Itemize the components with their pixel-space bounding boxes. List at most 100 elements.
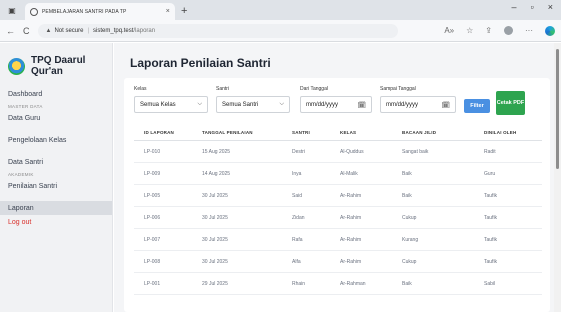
cell-bacaan: Cukup: [402, 214, 417, 221]
chevron-down-icon: ⌵: [197, 101, 202, 107]
cell-bacaan: Baik: [402, 170, 412, 177]
dari-tanggal-input[interactable]: mm/dd/yyyy 🗓: [300, 96, 372, 113]
sidebar-item-pengelolaan-kelas[interactable]: Pengelolaan Kelas: [0, 133, 112, 147]
minimize-icon[interactable]: –: [512, 2, 517, 12]
cell-kelas: Ar-Rahim: [340, 236, 362, 243]
cetak-pdf-button[interactable]: Cetak PDF: [496, 91, 525, 115]
url-separator: |: [87, 27, 90, 34]
table-body: LP-010 15 Aug 2025 Destri Al-Quddus Sangat b…: [134, 141, 542, 295]
cell-bacaan: Sangat baik: [402, 148, 429, 155]
sidebar-item-penilaian-santri[interactable]: Penilaian Santri: [0, 179, 112, 193]
sampai-tanggal-placeholder: mm/dd/yyyy: [386, 101, 419, 108]
sampai-tanggal-label: Sampai Tanggal: [380, 86, 416, 92]
table-row[interactable]: LP-007 30 Jul 2025 Rafa Ar-Rahim Kurang Taufi…: [134, 229, 542, 251]
report-card: Kelas Semua Kelas ⌵ Santri Semua Santri …: [124, 78, 550, 312]
col-header-dinilai[interactable]: DINILAI OLEH: [474, 130, 542, 135]
sidebar-item-logout[interactable]: Log out: [0, 215, 112, 229]
brand-name: TPQ Daarul Qur'an: [31, 55, 86, 77]
cell-dinilai: Guru: [484, 170, 496, 177]
cell-kelas: Ar-Rahim: [340, 214, 362, 221]
col-header-kelas[interactable]: KELAS: [334, 130, 394, 135]
filter-bar: Kelas Semua Kelas ⌵ Santri Semua Santri …: [134, 86, 544, 116]
browser-toolbar-icons: A» ☆ ⇪ ···: [444, 25, 555, 36]
table-row[interactable]: LP-009 14 Aug 2025 Inya Al-Malik Baik Guru: [134, 163, 542, 185]
col-header-bacaan[interactable]: BACAAN JILID: [394, 130, 474, 135]
cell-kelas: Ar-Rahim: [340, 258, 362, 265]
edge-icon[interactable]: [545, 25, 555, 36]
maximize-icon[interactable]: ▫: [531, 2, 534, 12]
browser-tab-bar: ▣ PEMBELAJARAN SANTRI PADA TP × + – ▫ ×: [0, 0, 561, 20]
sidebar: TPQ Daarul Qur'an Dashboard MASTER DATA …: [0, 43, 113, 312]
page-title: Laporan Penilaian Santri: [130, 56, 271, 70]
tab-close-icon[interactable]: ×: [166, 8, 170, 15]
report-table: ID LAPORAN TANGGAL PENILAIAN SANTRI KELA…: [134, 124, 542, 295]
cell-dinilai: Taufik: [484, 192, 498, 199]
new-tab-button[interactable]: +: [181, 5, 187, 17]
col-header-santri[interactable]: SANTRI: [284, 130, 334, 135]
santri-label: Santri: [216, 86, 230, 92]
cell-tanggal: 30 Jul 2025: [202, 214, 228, 221]
close-window-icon[interactable]: ×: [548, 2, 553, 12]
table-row[interactable]: LP-001 29 Jul 2025 Rhain Ar-Rahman Baik Sabil: [134, 273, 542, 295]
sidebar-item-data-guru[interactable]: Data Guru: [0, 111, 112, 125]
security-label: Not secure: [54, 27, 84, 34]
scrollbar-thumb[interactable]: [556, 49, 559, 169]
dari-tanggal-label: Dari Tanggal: [300, 86, 328, 92]
collections-icon[interactable]: ⇪: [485, 26, 492, 35]
cell-dinilai: Taufik: [484, 236, 498, 243]
tab-actions-icon[interactable]: ▣: [5, 3, 19, 17]
cell-id: LP-009: [144, 170, 161, 177]
cell-id: LP-007: [144, 236, 161, 243]
cell-santri: Rafa: [292, 236, 303, 243]
cell-santri: Inya: [292, 170, 302, 177]
cell-kelas: Ar-Rahman: [340, 280, 366, 287]
main-content: Laporan Penilaian Santri Kelas Semua Kel…: [114, 43, 554, 312]
sidebar-section-master-data: MASTER DATA: [8, 103, 43, 109]
sidebar-item-data-santri[interactable]: Data Santri: [0, 155, 112, 169]
sampai-tanggal-input[interactable]: mm/dd/yyyy 🗓: [380, 96, 456, 113]
favorite-star-icon[interactable]: ☆: [466, 26, 473, 35]
cell-id: LP-006: [144, 214, 161, 221]
back-icon[interactable]: ←: [6, 26, 15, 36]
cell-santri: Zidan: [292, 214, 305, 221]
cell-id: LP-008: [144, 258, 161, 265]
table-row[interactable]: LP-010 15 Aug 2025 Destri Al-Quddus Sangat b…: [134, 141, 542, 163]
kelas-label: Kelas: [134, 86, 147, 92]
sidebar-item-dashboard[interactable]: Dashboard: [0, 87, 112, 101]
kelas-select-value: Semua Kelas: [140, 101, 176, 108]
brand[interactable]: TPQ Daarul Qur'an: [0, 43, 112, 81]
url-field[interactable]: ▲ Not secure | sistem_tpq.test /laporan: [37, 23, 398, 38]
sidebar-item-laporan[interactable]: Laporan: [0, 201, 112, 215]
table-row[interactable]: LP-005 30 Jul 2025 Said Ar-Rahim Baik Taufik: [134, 185, 542, 207]
cell-bacaan: Baik: [402, 192, 412, 199]
browser-tab[interactable]: PEMBELAJARAN SANTRI PADA TP ×: [25, 3, 175, 20]
cell-bacaan: Baik: [402, 280, 412, 287]
kelas-select[interactable]: Semua Kelas ⌵: [134, 96, 208, 113]
url-host: sistem_tpq.test: [93, 27, 134, 34]
calendar-icon[interactable]: 🗓: [358, 101, 366, 109]
cell-bacaan: Kurang: [402, 236, 419, 243]
col-header-tanggal[interactable]: TANGGAL PENILAIAN: [196, 130, 284, 135]
page-scrollbar[interactable]: [554, 43, 561, 312]
cell-id: LP-010: [144, 148, 161, 155]
profile-avatar[interactable]: [504, 26, 513, 35]
santri-select-value: Semua Santri: [222, 101, 259, 108]
filter-button[interactable]: Filter: [464, 99, 490, 113]
cell-kelas: Ar-Rahim: [340, 192, 362, 199]
read-aloud-icon[interactable]: A»: [444, 26, 454, 35]
table-row[interactable]: LP-006 30 Jul 2025 Zidan Ar-Rahim Cukup Taufi…: [134, 207, 542, 229]
cell-tanggal: 30 Jul 2025: [202, 236, 228, 243]
dari-tanggal-placeholder: mm/dd/yyyy: [306, 101, 339, 108]
table-row[interactable]: LP-008 30 Jul 2025 Alfa Ar-Rahim Cukup Taufik: [134, 251, 542, 273]
sidebar-menu: Dashboard MASTER DATA Data Guru Pengelol…: [0, 81, 112, 229]
col-header-id[interactable]: ID LAPORAN: [134, 130, 196, 135]
cell-id: LP-001: [144, 280, 161, 287]
cell-dinilai: Taufik: [484, 258, 498, 265]
cell-santri: Rhain: [292, 280, 306, 287]
santri-select[interactable]: Semua Santri ⌵: [216, 96, 290, 113]
cell-tanggal: 30 Jul 2025: [202, 258, 228, 265]
cell-id: LP-005: [144, 192, 161, 199]
reload-icon[interactable]: C: [23, 26, 30, 36]
more-menu-icon[interactable]: ···: [525, 26, 533, 35]
calendar-icon[interactable]: 🗓: [442, 101, 450, 109]
